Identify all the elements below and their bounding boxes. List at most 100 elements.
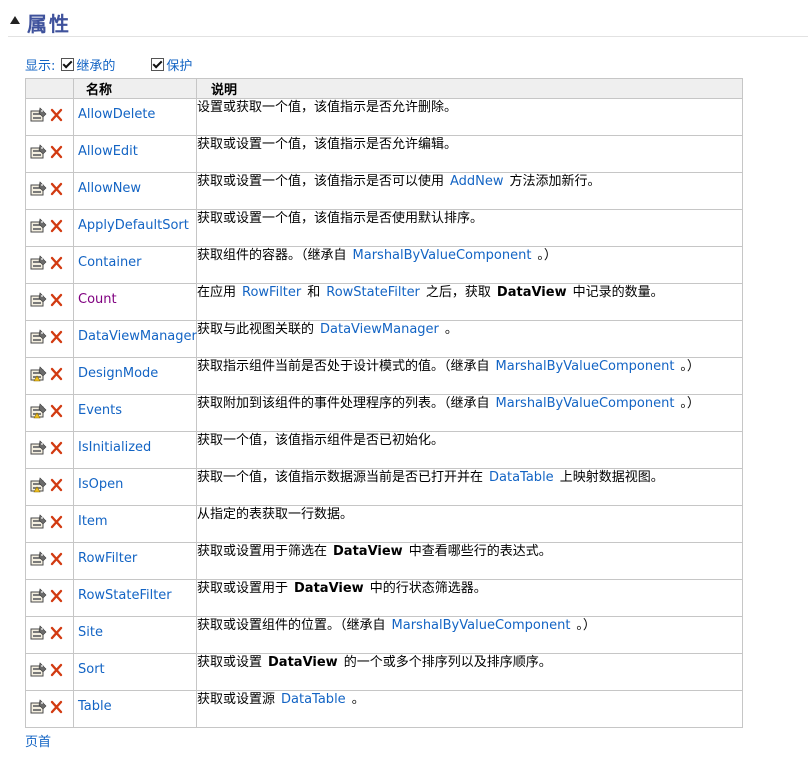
member-name-link[interactable]: ApplyDefaultSort	[74, 210, 196, 233]
table-row: IsOpen 获取一个值，该值指示数据源当前是否已打开并在 DataTable 上映射…	[25, 468, 743, 506]
collapse-triangle-icon[interactable]	[10, 16, 20, 24]
table-body: AllowDelete 设置或获取一个值，该值指示是否允许删除。 AllowEdi…	[25, 98, 743, 728]
description-text: 获取附加到该组件的事件处理程序的列表。（继承自	[197, 396, 490, 411]
static-member-icon	[50, 552, 63, 570]
description-text: 获取指示组件当前是否处于设计模式的值。（继承自	[197, 359, 490, 374]
description-text: 之后，获取	[425, 285, 491, 300]
inherited-checkbox-label[interactable]: 继承的	[76, 55, 115, 74]
row-name-cell: AllowDelete	[73, 98, 197, 136]
row-name-cell: Sort	[73, 653, 197, 691]
description-text: 。	[351, 692, 365, 707]
table-header-row: 名称 说明	[25, 78, 743, 99]
row-description: 设置或获取一个值，该值指示是否允许删除。	[196, 98, 743, 136]
row-icons	[25, 283, 74, 321]
row-name-cell: Table	[73, 690, 197, 728]
member-name-link[interactable]: Container	[74, 247, 196, 270]
inherited-checkbox[interactable]	[61, 57, 75, 71]
row-description: 获取或设置一个值，该值指示是否允许编辑。	[196, 135, 743, 173]
static-member-icon	[50, 108, 63, 126]
row-description: 从指定的表获取一行数据。	[196, 505, 743, 543]
property-icon	[30, 551, 47, 571]
row-description: 获取或设置 DataView 的一个或多个排序列以及排序顺序。	[196, 653, 743, 691]
member-name-link[interactable]: DesignMode	[74, 358, 196, 381]
row-description: 获取或设置用于 DataView 中的行状态筛选器。	[196, 579, 743, 617]
property-icon	[30, 144, 47, 164]
property-icon	[30, 588, 47, 608]
member-name-link[interactable]: RowStateFilter	[74, 580, 196, 603]
member-name-link[interactable]: IsOpen	[74, 469, 196, 492]
property-icon	[30, 514, 47, 534]
header-description: 说明	[196, 78, 743, 99]
member-name-link[interactable]: Count	[74, 284, 196, 307]
table-row: DataViewManager 获取与此视图关联的 DataViewManager。	[25, 320, 743, 358]
row-description: 获取或设置用于筛选在 DataView 中查看哪些行的表达式。	[196, 542, 743, 580]
table-row: Container 获取组件的容器。（继承自 MarshalByValueCompo…	[25, 246, 743, 284]
property-icon	[30, 440, 47, 460]
member-name-link[interactable]: Events	[74, 395, 196, 418]
description-text: 。）	[537, 248, 557, 263]
row-description: 获取指示组件当前是否处于设计模式的值。（继承自 MarshalByValueCom…	[196, 357, 743, 395]
description-link[interactable]: DataTable	[489, 470, 554, 485]
description-text: 获取或设置一个值，该值指示是否使用默认排序。	[197, 211, 484, 226]
description-link[interactable]: MarshalByValueComponent	[353, 248, 532, 263]
protected-checkbox-label[interactable]: 保护	[166, 55, 192, 74]
row-name-cell: Events	[73, 394, 197, 432]
member-name-link[interactable]: Site	[74, 617, 196, 640]
description-link[interactable]: AddNew	[450, 174, 504, 189]
protected-property-icon	[30, 477, 47, 497]
static-member-icon	[50, 515, 63, 533]
description-link[interactable]: RowStateFilter	[326, 285, 420, 300]
description-bold-term: DataView	[268, 655, 338, 670]
table-row: Table 获取或设置源 DataTable 。	[25, 690, 743, 728]
member-name-link[interactable]: DataViewManager	[74, 321, 197, 344]
row-description: 在应用 RowFilter 和 RowStateFilter 之后，获取 DataView…	[196, 283, 743, 321]
row-name-cell: IsOpen	[73, 468, 197, 506]
description-link[interactable]: DataTable	[281, 692, 346, 707]
description-link[interactable]: MarshalByValueComponent	[392, 618, 571, 633]
row-icons	[25, 98, 74, 136]
property-icon	[30, 699, 47, 719]
static-member-icon	[50, 441, 63, 459]
member-name-link[interactable]: AllowNew	[74, 173, 196, 196]
description-text: 中查看哪些行的表达式。	[408, 544, 552, 559]
description-link[interactable]: MarshalByValueComponent	[496, 396, 675, 411]
row-name-cell: DesignMode	[73, 357, 197, 395]
description-text: 获取与此视图关联的	[197, 322, 315, 337]
property-icon	[30, 181, 47, 201]
property-icon	[30, 662, 47, 682]
member-name-link[interactable]: IsInitialized	[74, 432, 196, 455]
row-description: 获取或设置一个值，该值指示是否使用默认排序。	[196, 209, 743, 247]
row-icons	[25, 431, 74, 469]
description-text: 获取或设置组件的位置。（继承自	[197, 618, 386, 633]
header-name: 名称	[73, 78, 197, 99]
protected-checkbox[interactable]	[151, 57, 165, 71]
row-name-cell: RowStateFilter	[73, 579, 197, 617]
description-text: 获取或设置用于	[197, 581, 289, 596]
table-row: AllowDelete 设置或获取一个值，该值指示是否允许删除。	[25, 98, 743, 136]
member-name-link[interactable]: RowFilter	[74, 543, 196, 566]
member-name-link[interactable]: Table	[74, 691, 196, 714]
member-name-link[interactable]: Item	[74, 506, 196, 529]
row-name-cell: IsInitialized	[73, 431, 197, 469]
back-to-top-link[interactable]: 页首	[25, 731, 51, 750]
description-link[interactable]: DataViewManager	[320, 322, 439, 337]
property-icon	[30, 292, 47, 312]
table-row: DesignMode 获取指示组件当前是否处于设计模式的值。（继承自 Marshal…	[25, 357, 743, 395]
property-icon	[30, 255, 47, 275]
protected-property-icon	[30, 403, 47, 423]
static-member-icon	[50, 219, 63, 237]
member-name-link[interactable]: Sort	[74, 654, 196, 677]
row-description: 获取与此视图关联的 DataViewManager 。	[196, 320, 743, 358]
description-link[interactable]: MarshalByValueComponent	[496, 359, 675, 374]
row-name-cell: AllowEdit	[73, 135, 197, 173]
member-name-link[interactable]: AllowDelete	[74, 99, 196, 122]
description-link[interactable]: RowFilter	[242, 285, 301, 300]
description-text: 上映射数据视图。	[559, 470, 664, 485]
row-name-cell: AllowNew	[73, 172, 197, 210]
static-member-icon	[50, 626, 63, 644]
table-row: IsInitialized 获取一个值，该值指示组件是否已初始化。	[25, 431, 743, 469]
row-description: 获取一个值，该值指示组件是否已初始化。	[196, 431, 743, 469]
member-name-link[interactable]: AllowEdit	[74, 136, 196, 159]
header-description-label: 说明	[211, 83, 238, 98]
static-member-icon	[50, 145, 63, 163]
